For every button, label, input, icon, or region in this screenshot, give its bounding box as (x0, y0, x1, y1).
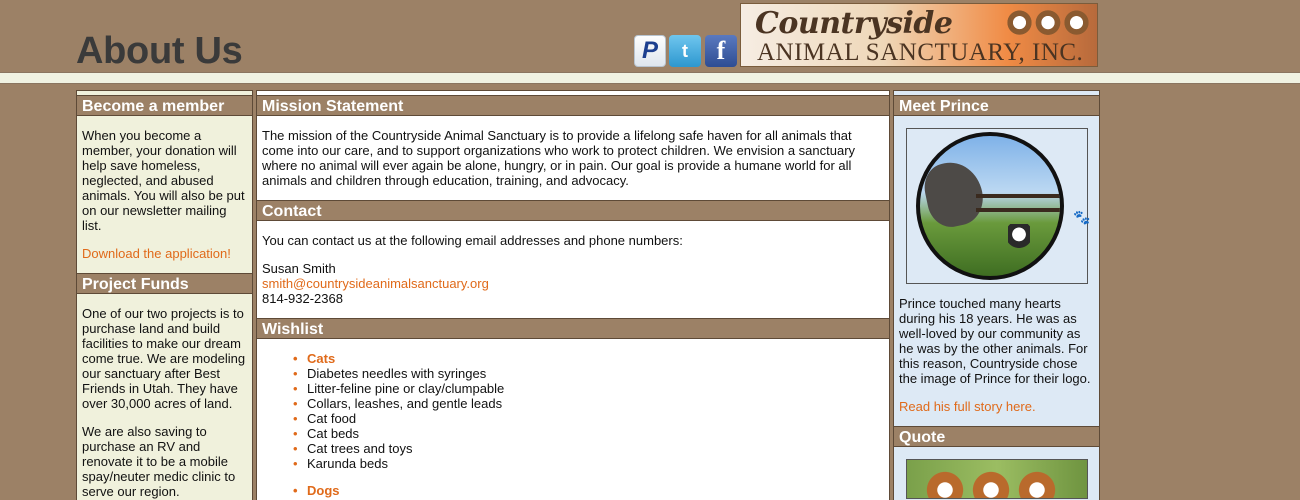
list-item: Cat food (293, 411, 884, 426)
prince-photo: 🐾 (905, 128, 1091, 284)
header-divider (0, 72, 1300, 84)
project-funds-heading: Project Funds (77, 273, 252, 294)
wishlist-cats: Cats Diabetes needles with syringes Litt… (262, 351, 884, 471)
list-item: Diabetes needles with syringes (293, 366, 884, 381)
facebook-icon[interactable]: f (705, 35, 737, 67)
logo-line1: Countryside (755, 6, 953, 41)
contact-name: Susan Smith (262, 261, 336, 276)
site-logo[interactable]: Countryside ANIMAL SANCTUARY, INC. (740, 3, 1098, 67)
project-funds-text-2: We are also saving to purchase an RV and… (82, 424, 236, 499)
main-content: Mission Statement The mission of the Cou… (256, 90, 890, 500)
right-sidebar: Meet Prince 🐾 Prince touched many hearts… (893, 90, 1100, 500)
contact-body: You can contact us at the following emai… (257, 221, 889, 318)
become-member-heading: Become a member (77, 95, 252, 116)
list-item: Cat trees and toys (293, 441, 884, 456)
wishlist-category-dogs: Dogs (293, 483, 884, 498)
wishlist-dogs: Dogs (262, 483, 884, 498)
mission-body: The mission of the Countryside Animal Sa… (257, 116, 889, 200)
quote-heading: Quote (894, 426, 1099, 447)
list-item: Collars, leashes, and gentle leads (293, 396, 884, 411)
quote-puppies-photo (905, 459, 1088, 499)
list-item: Litter-feline pine or clay/clumpable (293, 381, 884, 396)
logo-dogs-image (1007, 10, 1089, 38)
become-member-text: When you become a member, your donation … (82, 128, 245, 233)
paypal-icon[interactable]: P (634, 35, 666, 67)
wishlist-category-cats: Cats (293, 351, 884, 366)
contact-heading: Contact (257, 200, 889, 221)
logo-line2: ANIMAL SANCTUARY, INC. (757, 39, 1084, 66)
wishlist-body: Cats Diabetes needles with syringes Litt… (257, 339, 889, 500)
left-sidebar: Become a member When you become a member… (76, 90, 253, 500)
page-title: About Us (76, 30, 243, 72)
become-member-body: When you become a member, your donation … (77, 116, 252, 273)
mission-text: The mission of the Countryside Animal Sa… (262, 128, 856, 188)
wishlist-heading: Wishlist (257, 318, 889, 339)
site-header: About Us P t f Countryside ANIMAL SANCTU… (0, 0, 1300, 72)
download-application-link[interactable]: Download the application! (82, 246, 231, 261)
meet-prince-heading: Meet Prince (894, 95, 1099, 116)
project-funds-body: One of our two projects is to purchase l… (77, 294, 252, 500)
twitter-icon[interactable]: t (669, 35, 701, 67)
mission-heading: Mission Statement (257, 95, 889, 116)
contact-email-link[interactable]: smith@countrysideanimalsanctuary.org (262, 276, 489, 291)
contact-intro: You can contact us at the following emai… (262, 233, 683, 248)
project-funds-text-1: One of our two projects is to purchase l… (82, 306, 246, 411)
list-item: Cat beds (293, 426, 884, 441)
meet-prince-text: Prince touched many hearts during his 18… (899, 296, 1091, 386)
paw-print-icon: 🐾 (1073, 209, 1091, 225)
read-full-story-link[interactable]: Read his full story here. (899, 399, 1036, 414)
meet-prince-body: Prince touched many hearts during his 18… (894, 284, 1099, 426)
contact-phone: 814-932-2368 (262, 291, 343, 306)
list-item: Karunda beds (293, 456, 884, 471)
